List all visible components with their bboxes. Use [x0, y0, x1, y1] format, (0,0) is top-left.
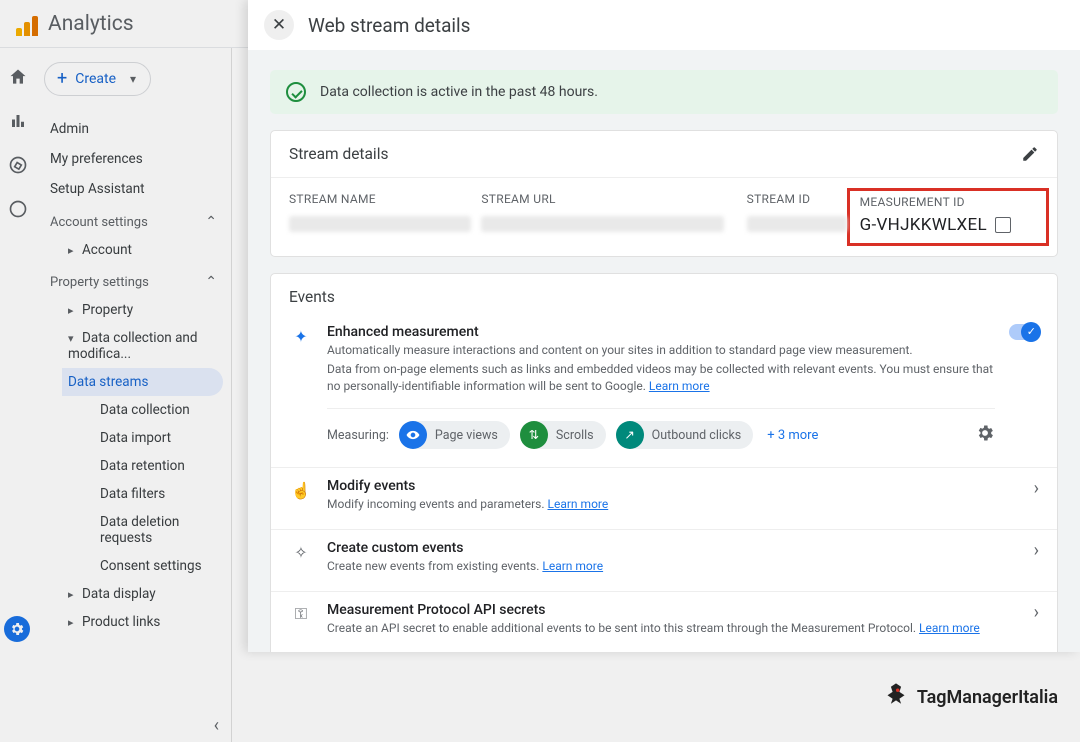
chevron-right-icon: ›	[1034, 540, 1039, 561]
footer-brand: TagManagerItalia	[879, 680, 1058, 714]
events-card: Events ✦ Enhanced measurement Automatica…	[270, 273, 1058, 652]
nav-data-display[interactable]: ▸Data display	[62, 580, 223, 608]
nav-data-collection-mod[interactable]: ▾Data collection and modifica...	[62, 324, 223, 368]
stream-name-value-redacted	[289, 216, 471, 232]
data-collection-banner: Data collection is active in the past 48…	[270, 70, 1058, 114]
copy-icon[interactable]	[995, 217, 1011, 233]
ga-mark-icon	[16, 12, 40, 36]
mp-learn-more[interactable]: Learn more	[919, 621, 980, 635]
drawer-header: ✕ Web stream details	[248, 0, 1080, 50]
create-button[interactable]: +Create▾	[44, 62, 151, 96]
nav-my-preferences[interactable]: My preferences	[44, 144, 223, 174]
sparkle-icon: ✦	[289, 324, 313, 348]
nav-account[interactable]: ▸Account	[62, 236, 223, 264]
label-stream-url: STREAM URL	[481, 192, 736, 206]
nav-consent-settings[interactable]: Consent settings	[94, 552, 223, 580]
nav-data-retention[interactable]: Data retention	[94, 452, 223, 480]
enhanced-toggle[interactable]: ✓	[1009, 324, 1039, 340]
custom-learn-more[interactable]: Learn more	[542, 559, 603, 573]
close-icon: ✕	[272, 15, 286, 35]
bird-icon	[879, 680, 913, 714]
check-icon: ✓	[1027, 325, 1036, 338]
scroll-icon: ⇅	[520, 421, 548, 449]
measurement-id-highlight: MEASUREMENT ID G-VHJKKWLXEL	[847, 188, 1049, 246]
modify-learn-more[interactable]: Learn more	[548, 497, 609, 511]
nav-property[interactable]: ▸Property	[62, 296, 223, 324]
label-stream-name: STREAM NAME	[289, 192, 471, 206]
chip-scrolls: ⇅Scrolls	[520, 421, 606, 449]
nav-setup-assistant[interactable]: Setup Assistant	[44, 174, 223, 204]
label-stream-id: STREAM ID	[747, 192, 847, 206]
enhanced-learn-more[interactable]: Learn more	[649, 379, 710, 393]
key-icon: ⚿	[289, 602, 313, 626]
ga-logo: Analytics	[16, 12, 134, 36]
chevron-up-icon: ⌃	[205, 214, 217, 230]
close-button[interactable]: ✕	[264, 10, 294, 40]
plus-icon: +	[57, 70, 67, 88]
eye-icon	[399, 421, 427, 449]
enhanced-settings-icon[interactable]	[975, 423, 995, 447]
nav-data-streams[interactable]: Data streams	[62, 368, 223, 396]
measuring-label: Measuring:	[327, 428, 389, 443]
touch-icon: ☝	[289, 478, 313, 502]
nav-data-import[interactable]: Data import	[94, 424, 223, 452]
group-account-settings[interactable]: Account settings⌃	[44, 204, 223, 236]
stream-id-value-redacted	[747, 216, 847, 232]
check-circle-icon	[286, 82, 306, 102]
chevron-up-icon: ⌃	[205, 274, 217, 290]
nav-admin[interactable]: Admin	[44, 114, 223, 144]
row-create-custom-events[interactable]: ✧ Create custom events Create new events…	[271, 529, 1057, 591]
enhanced-measurement-title: Enhanced measurement	[327, 324, 995, 340]
admin-gear-fab[interactable]	[4, 616, 30, 642]
collapse-sidebar-icon[interactable]: ‹	[214, 715, 219, 736]
stream-url-value-redacted	[481, 216, 724, 232]
explore-icon[interactable]	[7, 154, 29, 176]
admin-sidebar: +Create▾ Admin My preferences Setup Assi…	[36, 48, 232, 742]
reports-icon[interactable]	[7, 110, 29, 132]
measurement-id-value: G-VHJKKWLXEL	[860, 215, 987, 235]
app-name: Analytics	[48, 12, 134, 36]
nav-data-deletion[interactable]: Data deletion requests	[94, 508, 223, 552]
group-property-settings[interactable]: Property settings⌃	[44, 264, 223, 296]
chevron-right-icon: ›	[1034, 478, 1039, 499]
chip-page-views: Page views	[399, 421, 510, 449]
stream-details-card: Stream details STREAM NAME STREAM URL ST…	[270, 130, 1058, 257]
wand-icon: ✧	[289, 540, 313, 564]
nav-data-filters[interactable]: Data filters	[94, 480, 223, 508]
row-modify-events[interactable]: ☝ Modify events Modify incoming events a…	[271, 467, 1057, 529]
more-chips-link[interactable]: + 3 more	[767, 428, 818, 443]
row-measurement-protocol[interactable]: ⚿ Measurement Protocol API secrets Creat…	[271, 591, 1057, 652]
chevron-right-icon: ›	[1034, 602, 1039, 623]
drawer-title: Web stream details	[308, 14, 470, 37]
edit-icon[interactable]	[1021, 145, 1039, 163]
link-icon: ↗	[616, 421, 644, 449]
home-icon[interactable]	[7, 66, 29, 88]
stream-details-title: Stream details	[289, 145, 388, 163]
chevron-down-icon: ▾	[130, 72, 136, 86]
chip-outbound: ↗Outbound clicks	[616, 421, 754, 449]
label-measurement-id: MEASUREMENT ID	[860, 195, 1036, 209]
web-stream-drawer: ✕ Web stream details Data collection is …	[248, 0, 1080, 652]
events-title: Events	[289, 288, 335, 306]
nav-product-links[interactable]: ▸Product links	[62, 608, 223, 636]
advertising-icon[interactable]	[7, 198, 29, 220]
nav-data-collection[interactable]: Data collection	[94, 396, 223, 424]
